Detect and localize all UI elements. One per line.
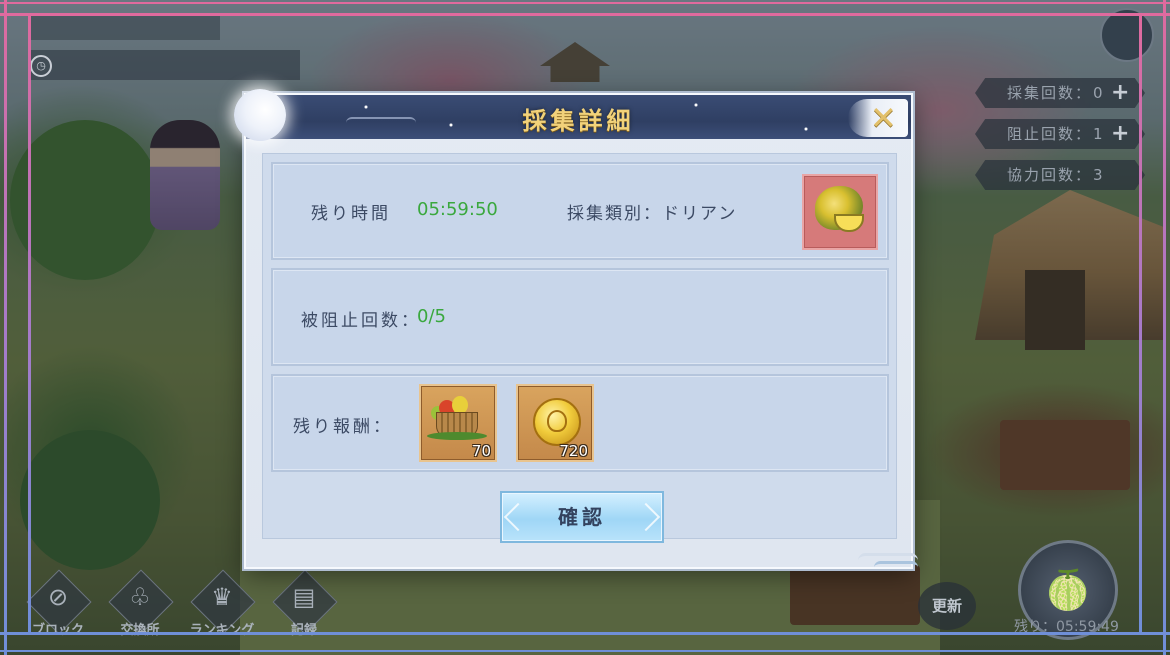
refresh-button[interactable]: 更新 <box>918 582 976 630</box>
gold-coin-icon <box>533 398 581 446</box>
reward-item-gold-coin[interactable]: 720 <box>516 384 594 462</box>
nav-record-button[interactable]: ▤ 記録 <box>268 569 340 647</box>
remaining-time-value: 05:59:50 <box>417 199 498 220</box>
nav-label: 交換所 <box>120 623 160 638</box>
counter-label: 採集回数： <box>1007 84 1093 102</box>
reward-item-fruit-basket[interactable]: 70 <box>419 384 497 462</box>
counter-value: 3 <box>1093 166 1103 184</box>
blocked-count-panel: 被阻止回数： 0/5 <box>271 268 889 366</box>
blocked-count-label: 被阻止回数： <box>301 311 421 331</box>
record-icon: ▤ <box>292 583 316 611</box>
remaining-reward-label: 残り報酬： <box>293 417 393 437</box>
blocked-count-value: 0/5 <box>417 306 446 327</box>
nav-label: 記録 <box>290 623 317 638</box>
durian-icon: 🍈 <box>1044 568 1092 612</box>
confirm-button[interactable]: 確認 <box>500 491 664 543</box>
nav-label: ランキング <box>189 623 255 638</box>
counter-label: 協力回数： <box>1007 166 1093 184</box>
assist-count-counter: 協力回数： 3 <box>975 160 1145 190</box>
counter-label: 阻止回数： <box>1007 125 1093 143</box>
cloud-decoration <box>874 561 918 574</box>
nav-ranking-button[interactable]: ♛ ランキング <box>186 569 258 647</box>
nav-exchange-button[interactable]: ♧ 交換所 <box>104 569 176 647</box>
trophy-icon: ♛ <box>211 583 233 611</box>
remaining-time-text: 残り：05:59:49 <box>1014 619 1119 635</box>
hud-top-bar <box>30 16 220 40</box>
clock-icon: ◷ <box>30 55 52 77</box>
counter-value: 1 <box>1093 125 1103 143</box>
category-label: 採集類別：ドリアン <box>567 204 738 224</box>
moon-icon[interactable] <box>1100 8 1154 62</box>
exchange-icon: ♧ <box>129 583 151 611</box>
gather-detail-dialog: 採集詳細 ✕ 残り時間 05:59:50 採集類別：ドリアン 被阻止回数： 0/… <box>234 89 918 569</box>
time-category-panel: 残り時間 05:59:50 採集類別：ドリアン <box>271 162 889 260</box>
gather-count-counter: 採集回数： 0 + <box>975 78 1145 108</box>
dialog-title: 採集詳細 <box>522 107 635 135</box>
confirm-label: 確認 <box>558 505 606 529</box>
ban-icon: ⊘ <box>47 583 69 611</box>
dialog-header: 採集詳細 ✕ <box>234 89 911 141</box>
add-gather-button[interactable]: + <box>1111 78 1129 108</box>
category-item-slot[interactable] <box>802 174 878 250</box>
add-block-button[interactable]: + <box>1111 119 1129 149</box>
remaining-time-label: 残り時間 <box>311 204 391 224</box>
nav-label: ブロック <box>31 623 84 638</box>
remaining-reward-panel: 残り報酬： 70 720 <box>271 374 889 472</box>
counter-value: 0 <box>1093 84 1103 102</box>
hud-timer-bar <box>30 50 300 80</box>
reward-count: 70 <box>471 442 491 460</box>
block-count-counter: 阻止回数： 1 + <box>975 119 1145 149</box>
close-button[interactable]: ✕ <box>848 99 908 137</box>
reward-count: 720 <box>559 442 588 460</box>
close-icon: ✕ <box>870 99 897 137</box>
nav-block-button[interactable]: ⊘ ブロック <box>22 569 94 647</box>
